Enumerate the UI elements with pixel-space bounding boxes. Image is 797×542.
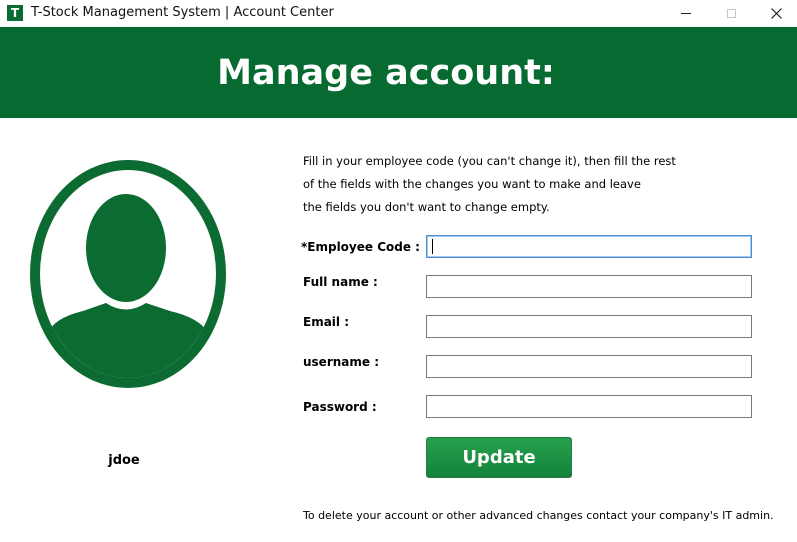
- employee-code-label: *Employee Code :: [301, 240, 420, 254]
- instructions-text: Fill in your employee code (you can't ch…: [303, 150, 683, 219]
- page-header: Manage account:: [0, 27, 797, 118]
- password-input[interactable]: [426, 395, 752, 418]
- full-name-label: Full name :: [303, 275, 378, 289]
- text-caret: [432, 239, 433, 254]
- user-silhouette-icon: [30, 160, 226, 388]
- instructions-line: Fill in your employee code (you can't ch…: [303, 154, 676, 168]
- employee-code-input[interactable]: [426, 235, 752, 258]
- minimize-button[interactable]: [663, 0, 709, 26]
- email-label: Email :: [303, 315, 350, 329]
- username-input[interactable]: [426, 355, 752, 378]
- instructions-line: of the fields with the changes you want …: [303, 177, 641, 191]
- username-label: username :: [303, 355, 380, 369]
- footer-note: To delete your account or other advanced…: [303, 509, 774, 522]
- close-icon: [770, 7, 782, 19]
- window-title: T-Stock Management System | Account Cent…: [31, 5, 334, 20]
- password-label: Password :: [303, 400, 377, 414]
- maximize-icon: [726, 8, 736, 18]
- full-name-input[interactable]: [426, 275, 752, 298]
- minimize-icon: [681, 12, 691, 14]
- instructions-line: the fields you don't want to change empt…: [303, 200, 550, 214]
- close-button[interactable]: [753, 0, 797, 26]
- window-titlebar: T T-Stock Management System | Account Ce…: [0, 0, 797, 26]
- maximize-button[interactable]: [708, 0, 754, 26]
- page-title: Manage account:: [217, 52, 555, 93]
- update-button[interactable]: Update: [426, 437, 572, 478]
- profile-username: jdoe: [108, 453, 140, 468]
- email-input[interactable]: [426, 315, 752, 338]
- app-logo-icon: T: [7, 5, 23, 21]
